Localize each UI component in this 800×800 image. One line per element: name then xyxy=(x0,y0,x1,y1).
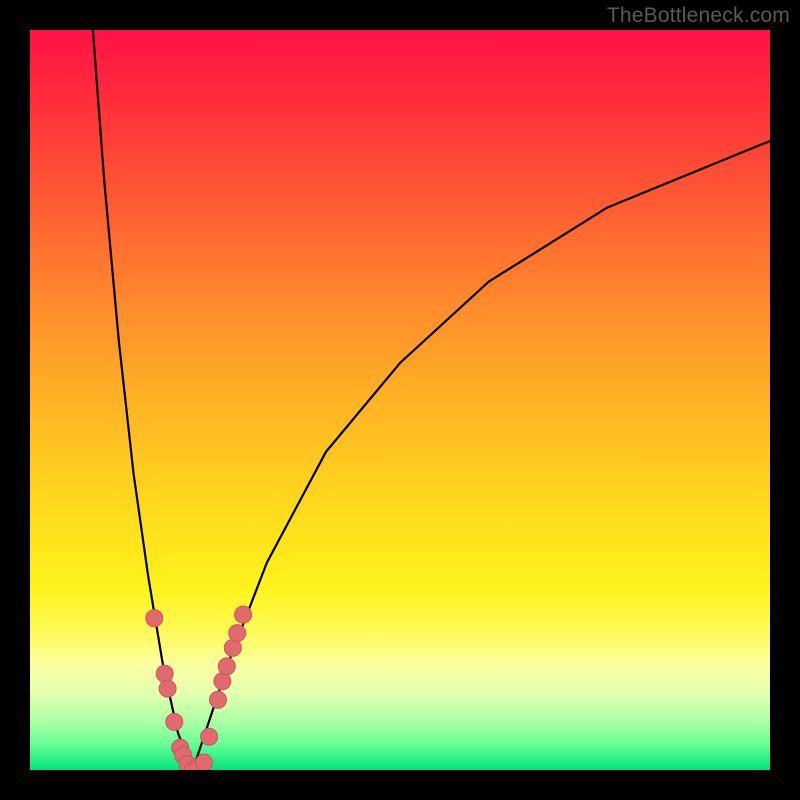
sample-point xyxy=(156,665,173,682)
watermark-text: TheBottleneck.com xyxy=(607,4,790,28)
sample-point xyxy=(235,606,252,623)
sample-markers xyxy=(146,606,252,770)
sample-point xyxy=(201,728,218,745)
chart-svg xyxy=(30,30,770,770)
sample-point xyxy=(218,658,235,675)
plot-area xyxy=(30,30,770,770)
bottleneck-curve xyxy=(93,30,770,770)
chart-frame: TheBottleneck.com xyxy=(0,0,800,800)
sample-point xyxy=(159,680,176,697)
sample-point xyxy=(210,691,227,708)
sample-point xyxy=(229,625,246,642)
curve-line xyxy=(93,30,770,770)
sample-point xyxy=(195,754,212,770)
sample-point xyxy=(146,610,163,627)
sample-point xyxy=(166,713,183,730)
